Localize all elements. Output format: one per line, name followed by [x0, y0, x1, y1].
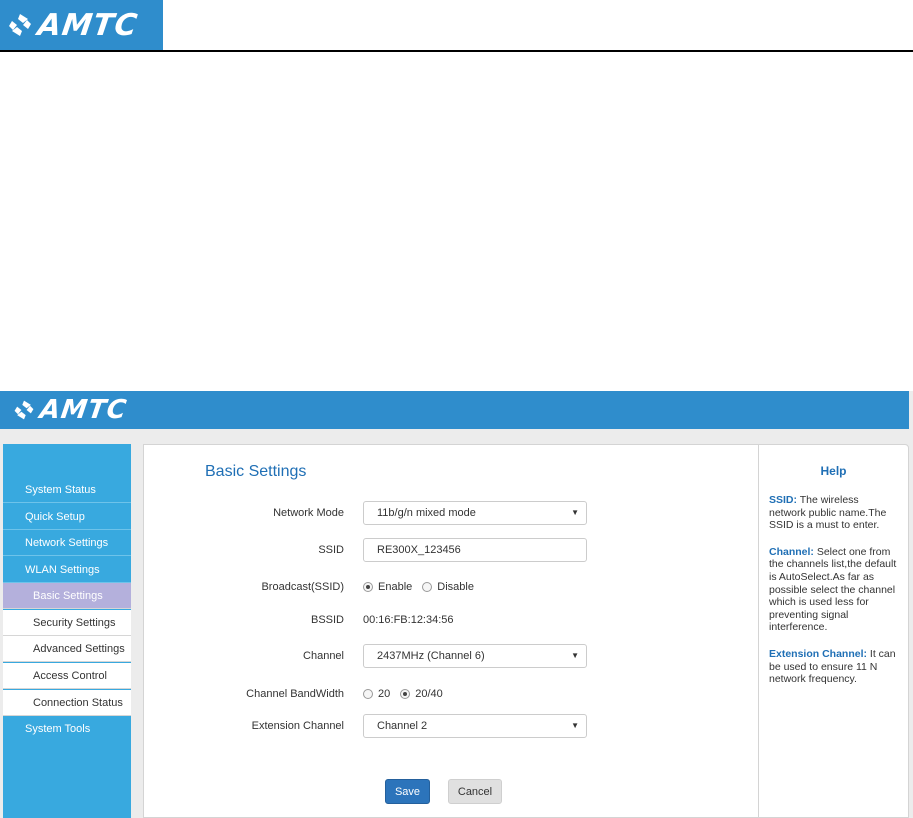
sidebar-item-access-control[interactable]: Access Control	[3, 663, 131, 689]
network-mode-value: 11b/g/n mixed mode	[377, 507, 476, 519]
bandwidth-radio-group: 20 20/40	[363, 688, 453, 700]
amtc-logo-icon	[9, 14, 31, 36]
caret-down-icon: ▼	[571, 721, 579, 730]
header-divider	[0, 50, 913, 52]
help-entry-channel: Channel: Select one from the channels li…	[769, 546, 898, 634]
router-ui: AMTC System Status Quick Setup Network S…	[0, 391, 913, 818]
document-header: AMTC	[0, 0, 913, 52]
broadcast-enable-label: Enable	[378, 581, 413, 593]
sidebar-item-advanced-settings[interactable]: Advanced Settings	[3, 636, 131, 662]
bandwidth-2040-label: 20/40	[415, 688, 443, 700]
sidebar: System Status Quick Setup Network Settin…	[3, 444, 131, 818]
help-text: Select one from the channels list,the de…	[769, 545, 897, 634]
help-entry-ssid: SSID: The wireless network public name.T…	[769, 494, 898, 532]
sidebar-item-system-status[interactable]: System Status	[3, 477, 131, 503]
ssid-label: SSID	[318, 544, 344, 556]
broadcast-disable-radio[interactable]	[422, 582, 433, 592]
broadcast-label: Broadcast(SSID)	[261, 581, 344, 593]
sidebar-item-security-settings[interactable]: Security Settings	[3, 610, 131, 636]
channel-label: Channel	[303, 650, 344, 662]
cancel-button[interactable]: Cancel	[448, 779, 502, 804]
bandwidth-20-label: 20	[378, 688, 391, 700]
help-entry-extension-channel: Extension Channel: It can be used to ens…	[769, 648, 898, 686]
ssid-value: RE300X_123456	[377, 544, 461, 556]
brand-logo: AMTC	[0, 0, 163, 50]
help-key: Extension Channel:	[769, 647, 868, 660]
channel-select[interactable]: 2437MHz (Channel 6) ▼	[363, 644, 587, 668]
channel-value: 2437MHz (Channel 6)	[377, 650, 485, 662]
sidebar-item-system-tools[interactable]: System Tools	[3, 716, 131, 742]
sidebar-item-quick-setup[interactable]: Quick Setup	[3, 504, 131, 530]
help-panel: Help SSID: The wireless network public n…	[758, 444, 909, 818]
network-mode-select[interactable]: 11b/g/n mixed mode ▼	[363, 501, 587, 525]
extension-channel-label: Extension Channel	[251, 720, 344, 732]
sidebar-item-basic-settings[interactable]: Basic Settings	[3, 583, 131, 609]
sidebar-item-network-settings[interactable]: Network Settings	[3, 530, 131, 556]
help-key: Channel:	[769, 545, 814, 558]
bandwidth-label: Channel BandWidth	[246, 688, 344, 700]
broadcast-radio-group: Enable Disable	[363, 581, 484, 593]
save-button[interactable]: Save	[385, 779, 430, 804]
sidebar-item-connection-status[interactable]: Connection Status	[3, 690, 131, 716]
help-title: Help	[820, 464, 847, 478]
broadcast-disable-label: Disable	[437, 581, 474, 593]
broadcast-enable-radio[interactable]	[363, 582, 373, 592]
bandwidth-20-radio[interactable]	[363, 689, 373, 699]
caret-down-icon: ▼	[571, 651, 579, 660]
page-title: Basic Settings	[205, 463, 307, 480]
extension-channel-select[interactable]: Channel 2 ▼	[363, 714, 587, 738]
top-bar: AMTC	[0, 391, 909, 429]
bssid-label: BSSID	[310, 614, 344, 626]
bssid-value: 00:16:FB:12:34:56	[363, 614, 454, 626]
network-mode-label: Network Mode	[273, 507, 344, 519]
main-panel: Basic Settings Network Mode 11b/g/n mixe…	[143, 444, 758, 818]
ssid-input[interactable]: RE300X_123456	[363, 538, 587, 562]
help-key: SSID:	[769, 494, 798, 506]
sidebar-item-wlan-settings[interactable]: WLAN Settings	[3, 557, 131, 583]
brand-wordmark: AMTC	[37, 395, 129, 425]
caret-down-icon: ▼	[571, 508, 579, 517]
bandwidth-2040-radio[interactable]	[400, 689, 411, 699]
brand-wordmark: AMTC	[35, 7, 141, 43]
amtc-logo-icon	[14, 400, 34, 420]
extension-channel-value: Channel 2	[377, 720, 428, 732]
